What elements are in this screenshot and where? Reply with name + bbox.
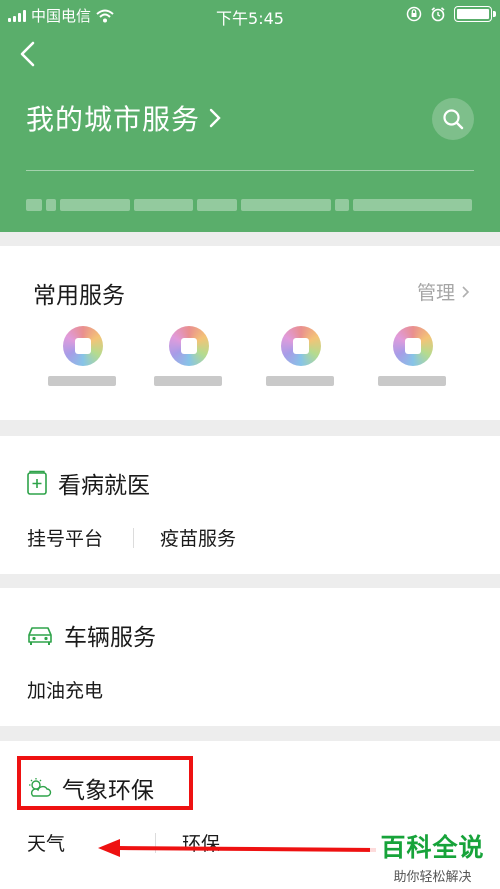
chevron-right-icon [462, 285, 470, 298]
section-header: 车辆服务 [26, 618, 156, 652]
city-service-title[interactable]: 我的城市服务 [26, 98, 222, 138]
header-divider [26, 170, 474, 171]
service-logo-icon [393, 326, 433, 366]
section-header: 看病就医 [26, 466, 150, 500]
separator [133, 527, 135, 548]
service-link-registration[interactable]: 挂号平台 [27, 524, 103, 551]
service-link-vaccine[interactable]: 疫苗服务 [160, 524, 236, 551]
watermark: 百科全说 助你轻松解决 [370, 828, 495, 885]
common-services-title: 常用服务 [33, 283, 125, 309]
common-service-item[interactable] [368, 324, 458, 394]
common-service-item[interactable] [38, 324, 128, 394]
service-logo-icon [169, 326, 209, 366]
header: 中国电信 下午5:45 我的城市服务 [0, 0, 500, 232]
watermark-subtitle: 助你轻松解决 [370, 866, 495, 885]
blurred-label [378, 376, 446, 386]
medical-kit-icon [27, 470, 47, 495]
back-icon[interactable] [16, 40, 40, 68]
orientation-lock-icon [406, 6, 422, 22]
blurred-address [26, 195, 473, 215]
alarm-icon [431, 7, 445, 22]
blurred-label [48, 376, 116, 386]
manage-label: 管理 [416, 282, 455, 304]
chevron-right-icon [209, 108, 221, 128]
vehicle-section: 车辆服务 加油充电 [0, 588, 500, 726]
battery-icon [454, 6, 496, 22]
service-logo-icon [281, 326, 321, 366]
page-title: 我的城市服务 [26, 103, 201, 136]
search-icon [443, 109, 464, 130]
common-service-item[interactable] [256, 324, 346, 394]
service-link-fuel-charge[interactable]: 加油充电 [27, 676, 103, 703]
watermark-title: 百科全说 [370, 828, 495, 864]
annotation-arrow [98, 839, 376, 857]
status-bar: 中国电信 下午5:45 [0, 0, 500, 30]
manage-button[interactable]: 管理 [417, 278, 470, 305]
blurred-label [154, 376, 222, 386]
common-service-item[interactable] [144, 324, 234, 394]
service-logo-icon [63, 326, 103, 366]
car-icon [28, 627, 52, 645]
highlight-box [17, 756, 193, 810]
blurred-label [266, 376, 334, 386]
search-button[interactable] [432, 98, 474, 140]
section-title: 看病就医 [58, 473, 150, 499]
section-title: 车辆服务 [64, 625, 156, 651]
common-services-card: 常用服务 管理 [0, 246, 500, 420]
medical-section: 看病就医 挂号平台 疫苗服务 [0, 436, 500, 574]
service-link-weather[interactable]: 天气 [27, 829, 65, 856]
